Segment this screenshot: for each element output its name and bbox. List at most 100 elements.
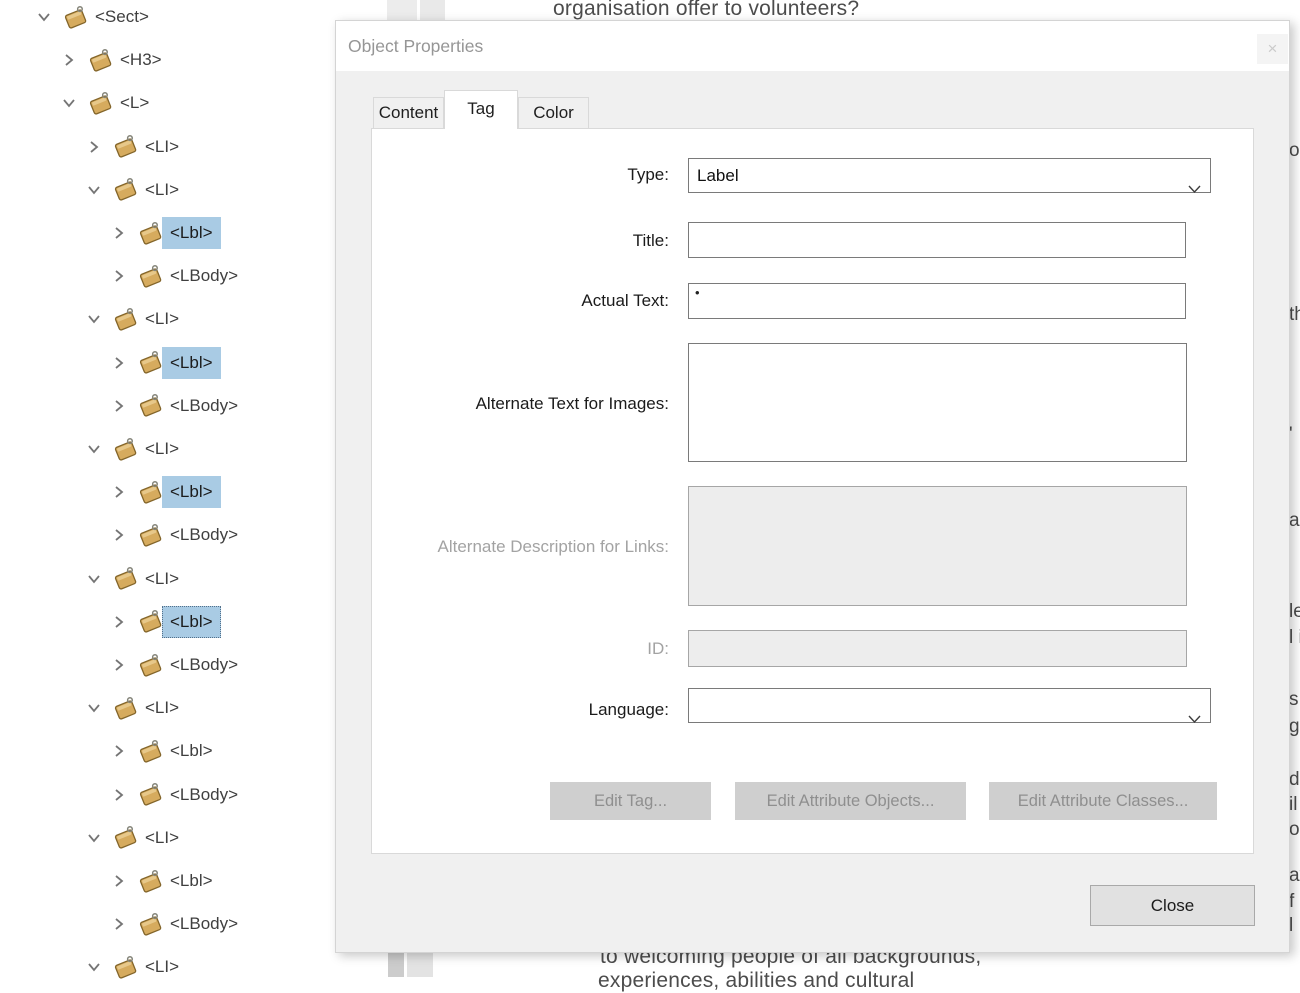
chevron-right-icon[interactable] (85, 138, 103, 156)
tab-tag[interactable]: Tag (444, 90, 518, 129)
tag-icon (138, 221, 165, 246)
tree-row[interactable]: <LI> (0, 687, 340, 729)
id-input (688, 630, 1187, 667)
tree-row[interactable]: <Lbl> (0, 860, 340, 902)
tag-icon (138, 350, 165, 375)
chevron-right-icon[interactable] (110, 742, 128, 760)
actual-text-input[interactable]: • (688, 283, 1186, 319)
tag-icon (113, 825, 140, 850)
tree-item-label: <LBody> (162, 519, 246, 551)
dialog-titlebar[interactable]: Object Properties (336, 21, 1289, 71)
chevron-right-icon[interactable] (110, 526, 128, 544)
tab-color[interactable]: Color (518, 97, 589, 129)
tree-row[interactable]: <LI> (0, 817, 340, 859)
tree-row[interactable]: <Sect> (0, 0, 340, 38)
tree-row[interactable]: <LBody> (0, 774, 340, 816)
tag-icon (113, 566, 140, 591)
tree-row[interactable]: <LI> (0, 126, 340, 168)
tree-item-label: <LI> (137, 131, 187, 163)
tree-row[interactable]: <H3> (0, 39, 340, 81)
tag-icon (88, 48, 115, 73)
tree-item-label: <LBody> (162, 779, 246, 811)
tag-icon (138, 782, 165, 807)
chevron-down-icon[interactable] (35, 8, 53, 26)
tree-item-label: <LI> (137, 433, 187, 465)
tag-icon (138, 912, 165, 937)
tree-item-label: <Lbl> (162, 865, 221, 897)
edit-tag-button: Edit Tag... (550, 782, 711, 820)
tag-icon (113, 177, 140, 202)
tree-item-label: <LBody> (162, 649, 246, 681)
chevron-down-icon[interactable] (85, 440, 103, 458)
type-dropdown-value: Label (697, 159, 739, 192)
chevron-down-icon[interactable] (85, 829, 103, 847)
tree-row[interactable]: <LI> (0, 298, 340, 340)
tag-icon (138, 523, 165, 548)
tree-row[interactable]: <LBody> (0, 903, 340, 945)
chevron-right-icon[interactable] (110, 915, 128, 933)
document-text-fragment: o (1289, 819, 1300, 841)
tree-row[interactable]: <LBody> (0, 255, 340, 297)
type-dropdown[interactable]: Label (688, 158, 1211, 193)
actual-text-value: • (695, 286, 700, 299)
tree-row[interactable]: <LI> (0, 946, 340, 988)
close-button[interactable]: Close (1090, 885, 1255, 926)
language-dropdown[interactable] (688, 688, 1211, 723)
tag-icon (138, 869, 165, 894)
chevron-right-icon[interactable] (110, 613, 128, 631)
chevron-right-icon[interactable] (110, 872, 128, 890)
alt-text-images-textarea[interactable] (688, 343, 1187, 462)
chevron-down-icon (1188, 172, 1201, 205)
tree-row[interactable]: <Lbl> (0, 471, 340, 513)
tree-row[interactable]: <LBody> (0, 514, 340, 556)
document-text-fragment: oc (1289, 140, 1300, 162)
tag-icon (138, 264, 165, 289)
tree-item-label: <Lbl> (162, 476, 221, 508)
chevron-down-icon[interactable] (85, 699, 103, 717)
tag-icon (113, 955, 140, 980)
document-text-bottom-2: experiences, abilities and cultural (598, 969, 914, 993)
tree-row[interactable]: <LI> (0, 169, 340, 211)
tree-item-label: <LBody> (162, 260, 246, 292)
document-text-fragment: ge (1289, 716, 1300, 738)
tag-icon (113, 307, 140, 332)
chevron-right-icon[interactable] (110, 224, 128, 242)
chevron-right-icon[interactable] (60, 51, 78, 69)
document-text-top: organisation offer to volunteers? (553, 0, 859, 21)
tag-icon (138, 653, 165, 678)
dialog-close-icon[interactable]: × (1257, 34, 1288, 64)
tree-row[interactable]: <Lbl> (0, 601, 340, 643)
tree-row[interactable]: <L> (0, 82, 340, 124)
alt-desc-links-label: Alternate Description for Links: (336, 535, 669, 559)
tag-icon (138, 609, 165, 634)
chevron-right-icon[interactable] (110, 354, 128, 372)
tree-row[interactable]: <LBody> (0, 644, 340, 686)
chevron-right-icon[interactable] (110, 786, 128, 804)
tree-row[interactable]: <LI> (0, 428, 340, 470)
chevron-right-icon[interactable] (110, 483, 128, 501)
edit-attribute-objects-button: Edit Attribute Objects... (735, 782, 966, 820)
chevron-down-icon[interactable] (85, 181, 103, 199)
tag-icon (138, 393, 165, 418)
tag-icon (113, 696, 140, 721)
tree-item-label: <Lbl> (162, 347, 221, 379)
tag-icon (63, 5, 90, 30)
chevron-right-icon[interactable] (110, 656, 128, 674)
tree-row[interactable]: <Lbl> (0, 730, 340, 772)
tab-content[interactable]: Content (373, 97, 444, 129)
chevron-right-icon[interactable] (110, 267, 128, 285)
chevron-right-icon[interactable] (110, 397, 128, 415)
tree-row[interactable]: <LBody> (0, 385, 340, 427)
tree-row[interactable]: <Lbl> (0, 212, 340, 254)
tree-row[interactable]: <Lbl> (0, 342, 340, 384)
chevron-down-icon[interactable] (85, 310, 103, 328)
tag-icon (88, 91, 115, 116)
chevron-down-icon[interactable] (60, 94, 78, 112)
chevron-down-icon[interactable] (85, 958, 103, 976)
title-input[interactable] (688, 222, 1186, 258)
page-edge-top (420, 0, 445, 22)
document-text-fragment: il (1289, 794, 1297, 816)
tree-item-label: <L> (112, 87, 157, 119)
chevron-down-icon[interactable] (85, 570, 103, 588)
tree-row[interactable]: <LI> (0, 558, 340, 600)
